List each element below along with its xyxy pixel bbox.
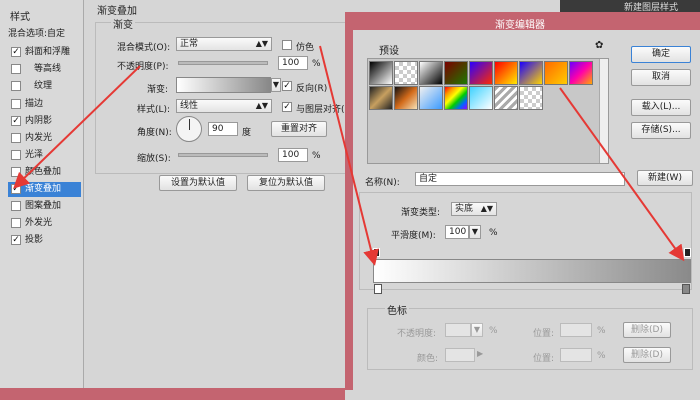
arrow-to-gradient-overlay [13, 65, 141, 189]
annotation-arrows [13, 45, 685, 266]
arrow-preset-to-stop [559, 87, 685, 262]
arrow-to-editor [319, 45, 379, 266]
